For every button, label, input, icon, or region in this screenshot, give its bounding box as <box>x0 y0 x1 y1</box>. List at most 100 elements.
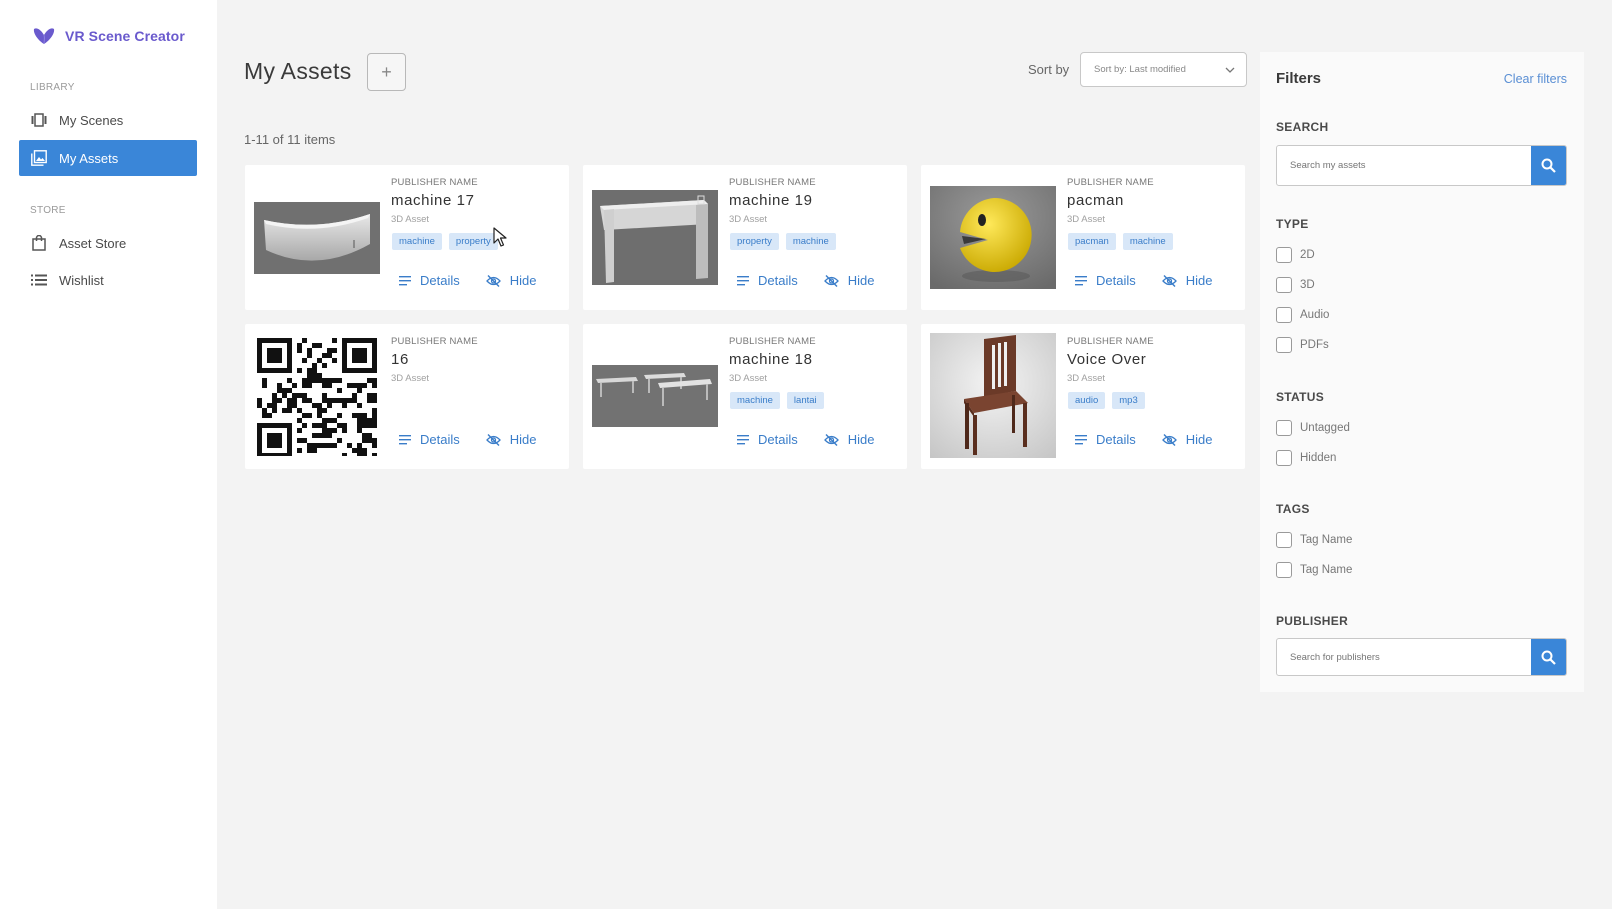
details-button[interactable]: Details <box>399 432 460 447</box>
details-label: Details <box>758 432 798 447</box>
sidebar-item-asset-store[interactable]: Asset Store <box>19 225 197 261</box>
checkbox-label: 3D <box>1300 279 1315 291</box>
details-icon <box>399 275 411 285</box>
asset-thumbnail[interactable] <box>930 333 1056 458</box>
asset-card[interactable]: PUBLISHER NAME machine 17 3D Asset machi… <box>245 165 569 310</box>
hide-button[interactable]: Hide <box>485 432 537 447</box>
asset-thumbnail[interactable] <box>254 202 380 274</box>
checkbox[interactable] <box>1276 337 1292 353</box>
details-icon <box>399 434 411 444</box>
sidebar-item-label: Asset Store <box>59 235 127 251</box>
sidebar-item-my-scenes[interactable]: My Scenes <box>19 102 197 138</box>
publisher-name: PUBLISHER NAME <box>1067 177 1154 188</box>
asset-thumbnail[interactable] <box>930 186 1056 289</box>
hide-button[interactable]: Hide <box>1161 273 1213 288</box>
details-label: Details <box>420 432 460 447</box>
logo-icon <box>33 28 55 45</box>
tag-list: machine property <box>392 233 498 250</box>
tag[interactable]: lantai <box>786 392 824 409</box>
details-button[interactable]: Details <box>399 273 460 288</box>
hide-button[interactable]: Hide <box>485 273 537 288</box>
asset-card[interactable]: PUBLISHER NAME machine 18 3D Asset machi… <box>583 324 907 469</box>
details-button[interactable]: Details <box>1075 273 1136 288</box>
checkbox[interactable] <box>1276 247 1292 263</box>
asset-type: 3D Asset <box>1067 214 1106 225</box>
tag[interactable]: machine <box>1122 233 1173 250</box>
curved-counter-image <box>254 202 380 274</box>
tag[interactable]: mp3 <box>1112 392 1145 409</box>
details-button[interactable]: Details <box>737 432 798 447</box>
asset-thumbnail[interactable] <box>592 365 718 427</box>
details-button[interactable]: Details <box>1075 432 1136 447</box>
tag[interactable]: property <box>730 233 779 250</box>
tag[interactable]: machine <box>730 392 780 409</box>
asset-card[interactable]: PUBLISHER NAME Voice Over 3D Asset audio… <box>921 324 1245 469</box>
checkbox-label: 2D <box>1300 249 1315 261</box>
details-icon <box>737 275 749 285</box>
checkbox[interactable] <box>1276 450 1292 466</box>
search-button[interactable] <box>1531 146 1566 185</box>
sidebar-item-label: My Scenes <box>59 112 124 128</box>
tag-list: audio mp3 <box>1068 392 1145 409</box>
asset-search <box>1276 145 1567 186</box>
search-input[interactable] <box>1277 146 1531 185</box>
publisher-search-button[interactable] <box>1531 639 1566 675</box>
card-actions: Details Hide <box>737 273 875 288</box>
hide-button[interactable]: Hide <box>823 432 875 447</box>
sidebar-item-my-assets[interactable]: My Assets <box>19 140 197 176</box>
checkbox-label: Tag Name <box>1300 564 1353 576</box>
tag[interactable]: property <box>448 233 498 250</box>
asset-name: machine 17 <box>391 192 475 209</box>
status-checkbox-hidden[interactable]: Hidden <box>1276 450 1336 466</box>
clear-filters-link[interactable]: Clear filters <box>1504 72 1567 86</box>
hide-button[interactable]: Hide <box>1161 432 1213 447</box>
sidebar-item-wishlist[interactable]: Wishlist <box>19 262 197 298</box>
hide-label: Hide <box>847 432 875 447</box>
tag-checkbox[interactable]: Tag Name <box>1276 562 1352 578</box>
asset-thumbnail[interactable] <box>254 336 380 456</box>
checkbox[interactable] <box>1276 420 1292 436</box>
details-icon <box>1075 434 1087 444</box>
status-checkbox-untagged[interactable]: Untagged <box>1276 420 1350 436</box>
store-section-label: STORE <box>30 205 66 216</box>
asset-name: pacman <box>1067 192 1124 209</box>
tag-checkbox[interactable]: Tag Name <box>1276 532 1352 548</box>
asset-card[interactable]: PUBLISHER NAME pacman 3D Asset pacman ma… <box>921 165 1245 310</box>
hide-button[interactable]: Hide <box>823 273 875 288</box>
checkbox[interactable] <box>1276 307 1292 323</box>
checkbox[interactable] <box>1276 277 1292 293</box>
checkbox-label: Audio <box>1300 309 1330 321</box>
tag[interactable]: machine <box>785 233 836 250</box>
items-count: 1-11 of 11 items <box>244 132 336 147</box>
asset-name: machine 19 <box>729 192 813 209</box>
details-label: Details <box>758 273 798 288</box>
tag[interactable]: pacman <box>1068 233 1116 250</box>
publisher-search-input[interactable] <box>1277 639 1531 675</box>
asset-card[interactable]: PUBLISHER NAME 16 3D Asset Details Hide <box>245 324 569 469</box>
tag-list: pacman machine <box>1068 233 1173 250</box>
tag[interactable]: machine <box>392 233 442 250</box>
shopping-bag-icon <box>31 235 47 251</box>
type-checkbox-3d[interactable]: 3D <box>1276 277 1315 293</box>
asset-type: 3D Asset <box>729 373 768 384</box>
details-button[interactable]: Details <box>737 273 798 288</box>
eye-off-icon <box>485 433 501 446</box>
checkbox[interactable] <box>1276 562 1292 578</box>
sidebar-item-label: My Assets <box>59 150 119 166</box>
tag[interactable]: audio <box>1068 392 1106 409</box>
app-logo[interactable]: VR Scene Creator <box>32 26 185 46</box>
asset-thumbnail[interactable] <box>592 190 718 285</box>
checkbox[interactable] <box>1276 532 1292 548</box>
add-asset-button[interactable]: + <box>367 53 406 91</box>
gate-image <box>592 190 718 285</box>
sort-select[interactable]: Sort by: Last modified <box>1080 52 1247 87</box>
asset-card[interactable]: PUBLISHER NAME machine 19 3D Asset prope… <box>583 165 907 310</box>
eye-off-icon <box>1161 433 1177 446</box>
sidebar-item-label: Wishlist <box>59 272 104 288</box>
tag-list: property machine <box>730 233 836 250</box>
type-checkbox-pdfs[interactable]: PDFs <box>1276 337 1329 353</box>
checkbox-label: PDFs <box>1300 339 1329 351</box>
type-checkbox-audio[interactable]: Audio <box>1276 307 1329 323</box>
type-checkbox-2d[interactable]: 2D <box>1276 247 1315 263</box>
list-icon <box>31 272 47 288</box>
